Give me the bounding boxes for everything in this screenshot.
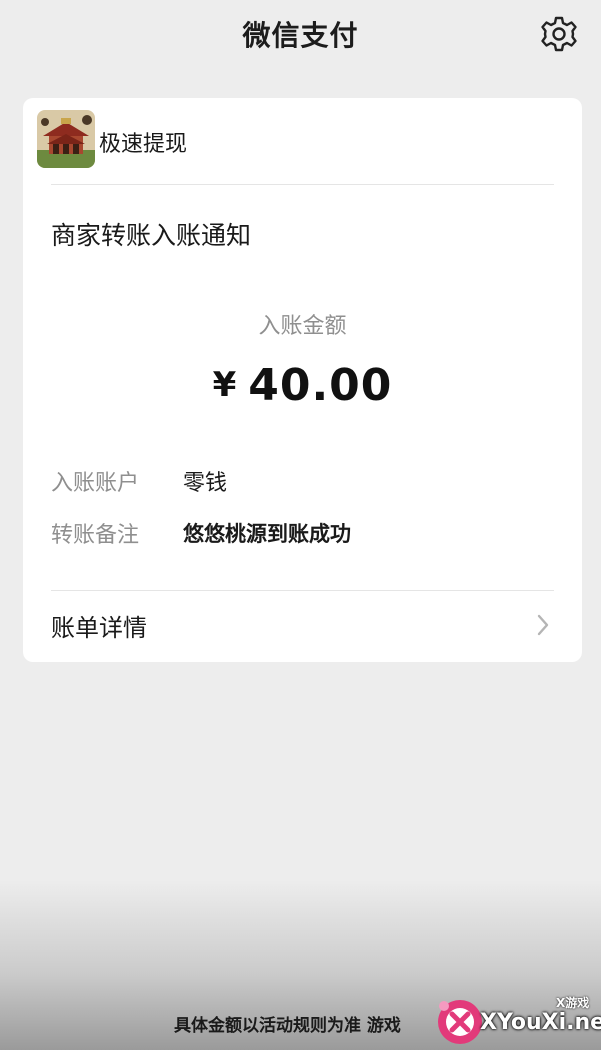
remark-label: 转账备注 — [51, 523, 140, 548]
app-name: 极速提现 — [99, 132, 188, 157]
chevron-right-icon — [535, 613, 551, 637]
app-icon[interactable] — [37, 110, 95, 168]
amount-display: ¥40.00 — [23, 360, 582, 411]
transfer-notice-card: 极速提现 商家转账入账通知 入账金额 ¥40.00 入账账户 零钱 转账备注 悠… — [23, 98, 582, 662]
amount-label: 入账金额 — [258, 314, 347, 339]
remark-value: 悠悠桃源到账成功 — [183, 522, 351, 546]
notice-title: 商家转账入账通知 — [51, 221, 252, 250]
top-navigation-bar: 微信支付 — [0, 0, 601, 70]
watermark-text: XYouXi.net — [480, 1010, 601, 1035]
header-divider — [51, 184, 554, 185]
watermark-logo: X游戏 XYouXi.net — [430, 988, 601, 1050]
bill-detail-label: 账单详情 — [51, 614, 147, 642]
bill-detail-row[interactable]: 账单详情 — [23, 591, 582, 661]
watermark-small-text: X游戏 — [556, 996, 590, 1010]
currency-symbol: ¥ — [212, 365, 237, 405]
amount-value: 40.00 — [248, 360, 393, 411]
footer-note: 具体金额以活动规则为准 游戏 — [174, 1016, 401, 1036]
account-label: 入账账户 — [51, 471, 140, 496]
page-title: 微信支付 — [242, 19, 359, 52]
account-value: 零钱 — [183, 471, 228, 496]
gear-icon[interactable] — [540, 15, 578, 53]
